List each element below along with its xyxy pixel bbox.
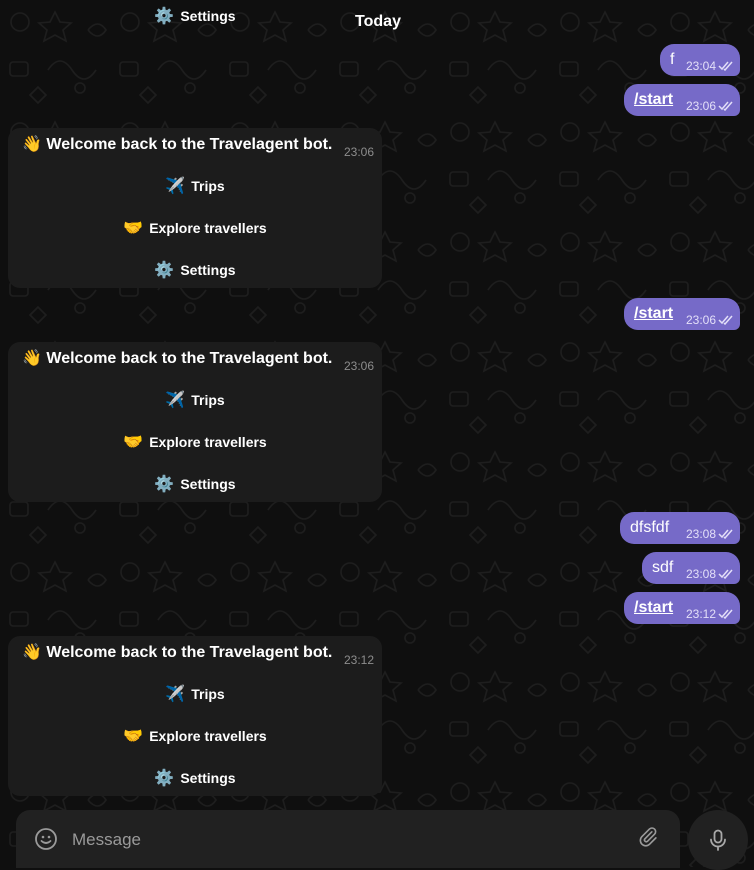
airplane-icon: ✈️ bbox=[165, 178, 186, 195]
keyboard-button-label: Settings bbox=[180, 262, 236, 278]
double-check-icon bbox=[718, 529, 733, 539]
gear-icon: ⚙️ bbox=[154, 262, 175, 279]
incoming-message[interactable]: 👋 Welcome back to the Travelagent bot. 2… bbox=[8, 128, 382, 288]
outgoing-message[interactable]: sdf 23:08 bbox=[642, 552, 740, 584]
message-text[interactable]: /start bbox=[634, 304, 673, 324]
keyboard-button-label: Explore travellers bbox=[149, 728, 267, 744]
wave-icon: 👋 bbox=[22, 136, 42, 153]
message-meta: 23:06 bbox=[686, 99, 734, 113]
double-check-icon bbox=[718, 609, 733, 619]
double-check-icon bbox=[718, 101, 733, 111]
message-text: dfsfdf bbox=[630, 519, 670, 536]
message-text: f bbox=[670, 51, 675, 68]
message-meta: 23:08 bbox=[686, 567, 734, 581]
wave-icon: 👋 bbox=[22, 644, 42, 661]
keyboard-button-label: Trips bbox=[191, 178, 225, 194]
message-text[interactable]: /start bbox=[634, 598, 673, 618]
message-composer bbox=[16, 810, 680, 868]
handshake-icon: 🤝 bbox=[123, 220, 144, 237]
outgoing-message[interactable]: /start 23:06 bbox=[624, 84, 740, 116]
message-text: sdf bbox=[652, 559, 674, 576]
keyboard-button-explore-travellers[interactable]: 🤝 Explore travellers bbox=[8, 208, 382, 248]
outgoing-message[interactable]: dfsfdf 23:08 bbox=[620, 512, 740, 544]
microphone-icon bbox=[710, 829, 726, 851]
airplane-icon: ✈️ bbox=[165, 686, 186, 703]
message-time: 23:06 bbox=[343, 145, 374, 159]
keyboard-button-label: Settings bbox=[180, 476, 236, 492]
gear-icon: ⚙️ bbox=[154, 476, 175, 493]
message-time: 23:12 bbox=[343, 653, 374, 667]
keyboard-button-explore-travellers[interactable]: 🤝 Explore travellers bbox=[8, 716, 382, 756]
handshake-icon: 🤝 bbox=[123, 728, 144, 745]
date-separator: Today bbox=[355, 13, 401, 30]
outgoing-message[interactable]: /start 23:12 bbox=[624, 592, 740, 624]
keyboard-button-trips[interactable]: ✈️ Trips bbox=[8, 166, 382, 206]
double-check-icon bbox=[718, 315, 733, 325]
double-check-icon bbox=[718, 61, 733, 71]
keyboard-button-settings[interactable]: ⚙️ Settings bbox=[8, 758, 382, 798]
message-meta: 23:04 bbox=[686, 59, 734, 73]
keyboard-button-explore-travellers[interactable]: 🤝 Explore travellers bbox=[8, 422, 382, 462]
message-time: 23:06 bbox=[685, 99, 716, 113]
keyboard-button-label: Explore travellers bbox=[149, 220, 267, 236]
outgoing-message[interactable]: f 23:04 bbox=[660, 44, 740, 76]
message-meta: 23:12 bbox=[686, 607, 734, 621]
message-time: 23:04 bbox=[685, 59, 716, 73]
wave-icon: 👋 bbox=[22, 350, 42, 367]
keyboard-button-trips[interactable]: ✈️ Trips bbox=[8, 380, 382, 420]
keyboard-button-label: Explore travellers bbox=[149, 434, 267, 450]
message-text: Welcome back to the Travelagent bot. bbox=[46, 350, 333, 367]
message-time: 23:08 bbox=[685, 527, 716, 541]
message-meta: 23:08 bbox=[686, 527, 734, 541]
airplane-icon: ✈️ bbox=[165, 392, 186, 409]
gear-icon: ⚙️ bbox=[154, 770, 175, 787]
keyboard-button-label: Settings bbox=[180, 770, 236, 786]
microphone-button[interactable] bbox=[688, 810, 748, 870]
bot-message: 👋 Welcome back to the Travelagent bot. 2… bbox=[8, 342, 382, 374]
keyboard-button-trips[interactable]: ✈️ Trips bbox=[8, 674, 382, 714]
message-time: 23:06 bbox=[685, 313, 716, 327]
double-check-icon bbox=[718, 569, 733, 579]
message-time: 23:12 bbox=[685, 607, 716, 621]
keyboard-button-label: Trips bbox=[191, 392, 225, 408]
message-text[interactable]: /start bbox=[634, 90, 673, 110]
message-meta: 23:06 bbox=[686, 313, 734, 327]
message-text: Welcome back to the Travelagent bot. bbox=[46, 136, 333, 153]
message-time: 23:08 bbox=[685, 567, 716, 581]
keyboard-button-label: Settings bbox=[180, 8, 236, 24]
message-time: 23:06 bbox=[343, 359, 374, 373]
handshake-icon: 🤝 bbox=[123, 434, 144, 451]
keyboard-button-settings[interactable]: ⚙️ Settings bbox=[8, 0, 382, 36]
keyboard-button-settings[interactable]: ⚙️ Settings bbox=[8, 250, 382, 290]
incoming-message[interactable]: 👋 Welcome back to the Travelagent bot. 2… bbox=[8, 342, 382, 502]
chat-area[interactable]: ⚙️ Settings Today f 23:04 /start 23:06 👋… bbox=[0, 0, 754, 867]
outgoing-message[interactable]: /start 23:06 bbox=[624, 298, 740, 330]
smile-icon[interactable] bbox=[34, 827, 58, 851]
incoming-message[interactable]: 👋 Welcome back to the Travelagent bot. 2… bbox=[8, 636, 382, 796]
bot-message: 👋 Welcome back to the Travelagent bot. 2… bbox=[8, 636, 382, 668]
message-text: Welcome back to the Travelagent bot. bbox=[46, 644, 333, 661]
message-input[interactable] bbox=[70, 827, 634, 853]
keyboard-button-settings[interactable]: ⚙️ Settings bbox=[8, 464, 382, 504]
keyboard-button-label: Trips bbox=[191, 686, 225, 702]
paperclip-icon[interactable] bbox=[638, 827, 662, 851]
bot-message: 👋 Welcome back to the Travelagent bot. 2… bbox=[8, 128, 382, 160]
gear-icon: ⚙️ bbox=[154, 8, 175, 25]
